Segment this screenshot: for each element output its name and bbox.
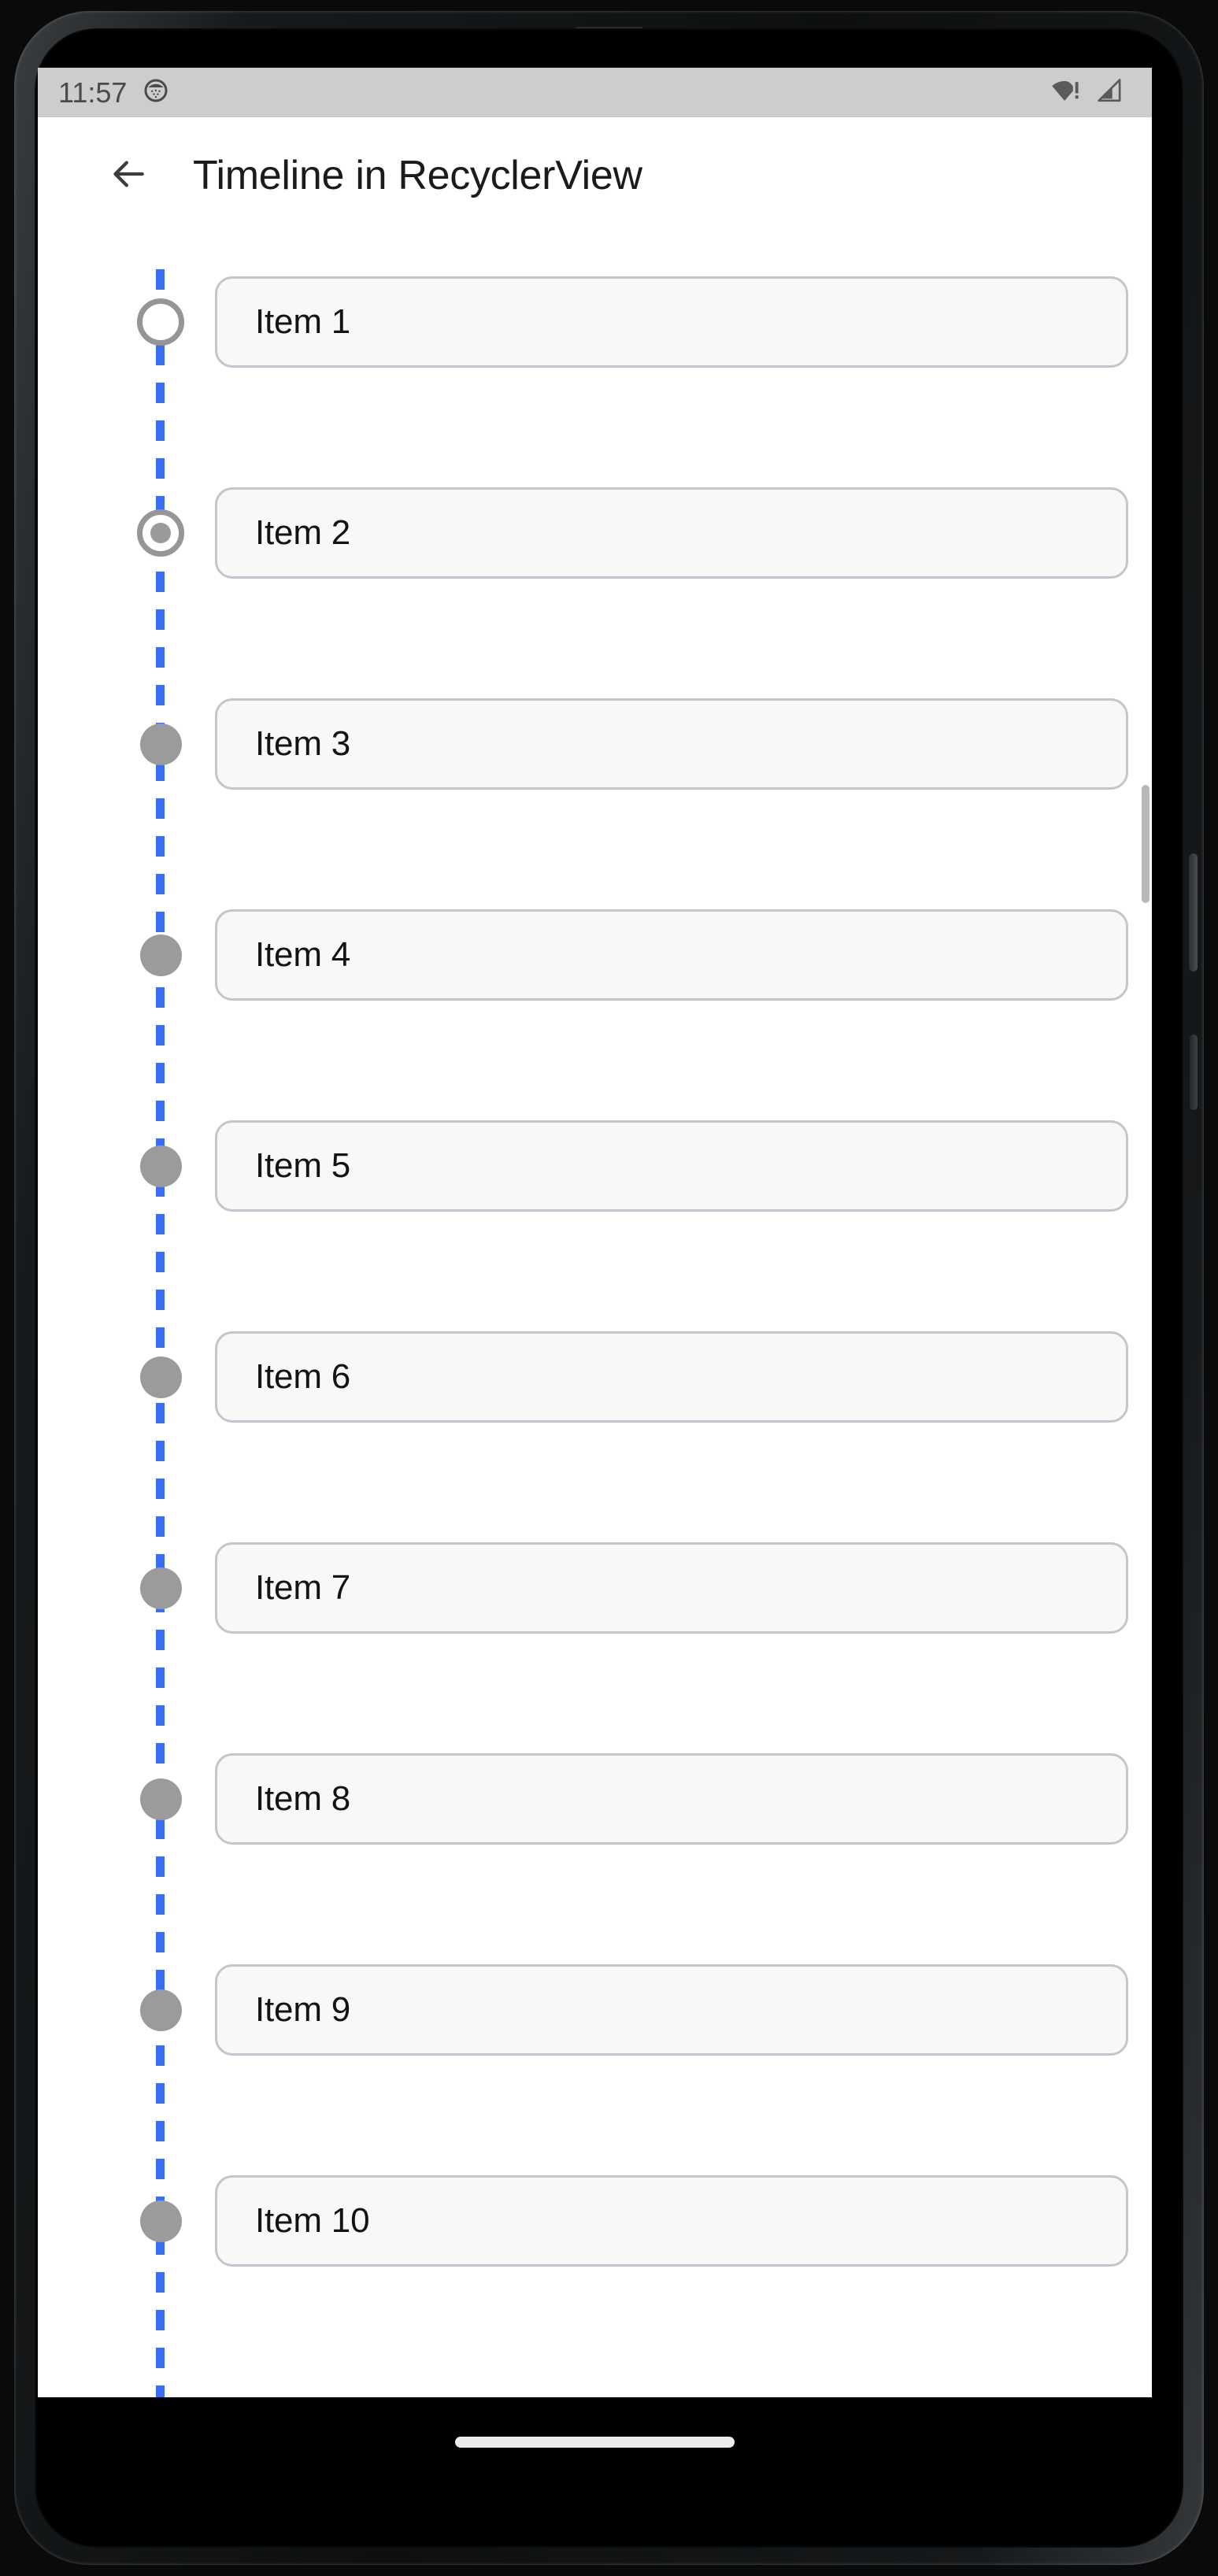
timeline-row: Item 1: [38, 269, 1152, 375]
timeline-item-label: Item 9: [255, 1990, 351, 2029]
page-title: Timeline in RecyclerView: [193, 153, 642, 198]
timeline-marker-wrap: [122, 494, 199, 572]
timeline-marker-wrap: [122, 1549, 199, 1627]
timeline-marker-filled-icon: [139, 723, 182, 765]
phone-screen: 11:57 Timeline in RecyclerView Item 1 It…: [38, 68, 1152, 2486]
back-button[interactable]: [107, 154, 151, 198]
status-bar: 11:57: [38, 68, 1152, 117]
navigation-bar: [38, 2397, 1152, 2486]
timeline-item-label: Item 6: [255, 1357, 351, 1396]
timeline-row: Item 3: [38, 691, 1152, 797]
power-button[interactable]: [1189, 853, 1198, 972]
app-bar: Timeline in RecyclerView: [38, 117, 1152, 234]
timeline-item-card[interactable]: Item 1: [215, 276, 1128, 368]
status-bar-right: [1051, 77, 1124, 108]
timeline-marker-wrap: [122, 2182, 199, 2260]
timeline-item-label: Item 2: [255, 513, 351, 552]
timeline-row: Item 5: [38, 1113, 1152, 1219]
arrow-left-icon: [108, 153, 150, 199]
timeline-row: Item 6: [38, 1324, 1152, 1430]
timeline-marker-filled-icon: [139, 934, 182, 976]
timeline-row: Item 7: [38, 1535, 1152, 1641]
timeline-marker-filled-icon: [139, 2200, 182, 2242]
timeline-row: Item 10: [38, 2168, 1152, 2274]
timeline-item-label: Item 4: [255, 935, 351, 974]
timeline-item-label: Item 5: [255, 1146, 351, 1185]
notification-dot-icon: [143, 77, 169, 108]
timeline-marker-ring-dot-icon: [137, 509, 184, 557]
timeline-item-card[interactable]: Item 7: [215, 1542, 1128, 1634]
scrollbar-thumb[interactable]: [1142, 785, 1150, 903]
timeline-marker-wrap: [122, 1127, 199, 1205]
timeline-marker-wrap: [122, 705, 199, 783]
timeline-item-label: Item 7: [255, 1568, 351, 1607]
timeline-row: Item 4: [38, 902, 1152, 1008]
timeline-row: Item 8: [38, 1746, 1152, 1852]
wifi-no-internet-icon: [1051, 77, 1084, 108]
device-mockup: 11:57 Timeline in RecyclerView Item 1 It…: [0, 0, 1218, 2576]
timeline-marker-filled-icon: [139, 1989, 182, 2031]
timeline-item-card[interactable]: Item 10: [215, 2175, 1128, 2267]
status-bar-clock: 11:57: [58, 76, 128, 109]
timeline-recyclerview[interactable]: Item 1 Item 2 Item 3 Item 4 Item 5 Item 6 Item…: [38, 234, 1152, 2397]
timeline-item-card[interactable]: Item 9: [215, 1964, 1128, 2056]
timeline-marker-filled-icon: [139, 1145, 182, 1187]
cellular-signal-icon: [1095, 77, 1124, 108]
timeline-item-label: Item 3: [255, 724, 351, 763]
timeline-marker-wrap: [122, 916, 199, 994]
timeline-item-label: Item 8: [255, 1779, 351, 1818]
status-bar-left: 11:57: [58, 76, 169, 109]
timeline-item-label: Item 10: [255, 2201, 370, 2240]
timeline-item-card[interactable]: Item 4: [215, 909, 1128, 1001]
timeline-item-label: Item 1: [255, 302, 351, 341]
timeline-marker-ring-icon: [137, 298, 184, 346]
timeline-row: Item 9: [38, 1957, 1152, 2063]
timeline-marker-filled-icon: [139, 1778, 182, 1820]
timeline-marker-filled-icon: [139, 1356, 182, 1398]
timeline-item-card[interactable]: Item 3: [215, 698, 1128, 790]
timeline-item-card[interactable]: Item 2: [215, 487, 1128, 579]
home-gesture-pill[interactable]: [455, 2436, 735, 2448]
timeline-row: Item 2: [38, 480, 1152, 586]
timeline-marker-wrap: [122, 1760, 199, 1838]
volume-button[interactable]: [1190, 1034, 1198, 1110]
timeline-marker-wrap: [122, 1971, 199, 2049]
timeline-item-card[interactable]: Item 6: [215, 1331, 1128, 1423]
timeline-item-card[interactable]: Item 8: [215, 1753, 1128, 1845]
timeline-marker-wrap: [122, 1338, 199, 1416]
timeline-item-card[interactable]: Item 5: [215, 1120, 1128, 1212]
timeline-marker-filled-icon: [139, 1567, 182, 1609]
timeline-marker-wrap: [122, 283, 199, 361]
